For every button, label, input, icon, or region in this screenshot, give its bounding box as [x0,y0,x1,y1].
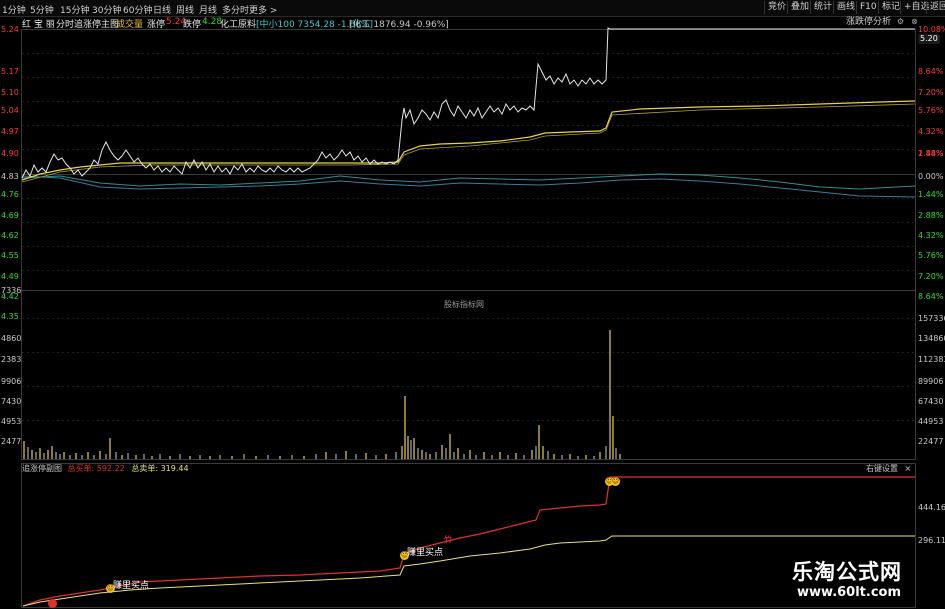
volume-label-right: 89906 [918,377,944,386]
percent-label: 2.88% [918,211,944,220]
price-label: 4.90 [1,149,19,158]
percent-label: 4.32% [918,127,944,136]
price-label: 5.10 [1,88,19,97]
limit-marker: 竹 [444,535,452,544]
right-click-settings-label[interactable]: 右键设置 [866,464,898,473]
price-label: 4.97 [1,127,19,136]
percent-label: 5.76% [918,251,944,260]
volume-label-left: 7430 [1,397,22,406]
buy-point-marker: 赚里买点 [407,548,444,558]
price-label: 5.24 [1,25,19,34]
volume-label-right: 44953 [918,417,944,426]
volume-label-right: 22477 [918,437,944,446]
percent-label: 8.64% [918,67,944,76]
total-sell-line [22,535,915,607]
sub-axis-label: 444.16 [918,503,945,512]
volume-label-left: 7336 [1,286,22,295]
volume-label-right: 134860 [918,334,945,343]
volume-label-left: 4953 [1,417,22,426]
percent-label: 1.44% [918,190,944,199]
volume-label-right: 67430 [918,397,944,406]
sub-panel-header: 追涨停副图 总买单: 592.22 总卖单: 319.44 [22,463,189,474]
percent-label: 5.76% [918,106,944,115]
price-label: 4.76 [1,190,19,199]
percent-label: 8.64% [918,292,944,301]
price-label: 4.55 [1,251,19,260]
start-dot-icon [48,599,57,608]
percent-label: 7.20% [918,88,944,97]
site-logo-url: www.60lt.com [797,585,902,600]
sub-axis-label: 296.11 [918,536,945,545]
sub-panel-title[interactable]: 追涨停副图 [22,464,62,473]
total-buy-line [22,476,915,607]
volume-label-left: 2477 [1,437,22,446]
site-logo-text: 乐淘公式网 [792,560,902,584]
sub-panel-close-icon[interactable]: × [905,464,912,473]
price-line [21,27,915,179]
volume-label-right: 112383 [918,355,945,364]
smiley-icon: ☺ [611,477,620,486]
percent-label: 1.44% [918,149,944,158]
volume-label-left: 2383 [1,355,22,364]
current-price-tag: 5.20 [918,34,940,44]
price-label: 4.35 [1,312,19,321]
index-line-chemical [21,175,916,198]
right-click-settings[interactable]: 右键设置 × [866,463,911,474]
total-buy-label: 总买单: [67,464,95,473]
volume-label-right: 157336 [918,314,945,323]
total-sell-label: 总卖单: [131,464,159,473]
total-sell-value: 319.44 [160,464,189,473]
total-buy-value: 592.22 [96,464,125,473]
volume-label-left: 4860 [1,334,22,343]
volume-label-left: 9906 [1,377,22,386]
price-label: 4.83 [1,172,19,181]
watermark-text: 股标指标网 [444,300,484,309]
buy-point-marker: 赚里买点 [113,581,150,591]
volume-bars [23,330,621,459]
percent-label: 0.00% [918,172,944,181]
price-label: 4.49 [1,272,19,281]
price-label: 4.69 [1,211,19,220]
price-grid [22,53,915,421]
index-line-zhongxiao [21,173,916,190]
price-label: 4.62 [1,231,19,240]
percent-label: 4.32% [918,231,944,240]
percent-label: 7.20% [918,272,944,281]
price-label: 5.17 [1,67,19,76]
price-label: 5.04 [1,106,19,115]
